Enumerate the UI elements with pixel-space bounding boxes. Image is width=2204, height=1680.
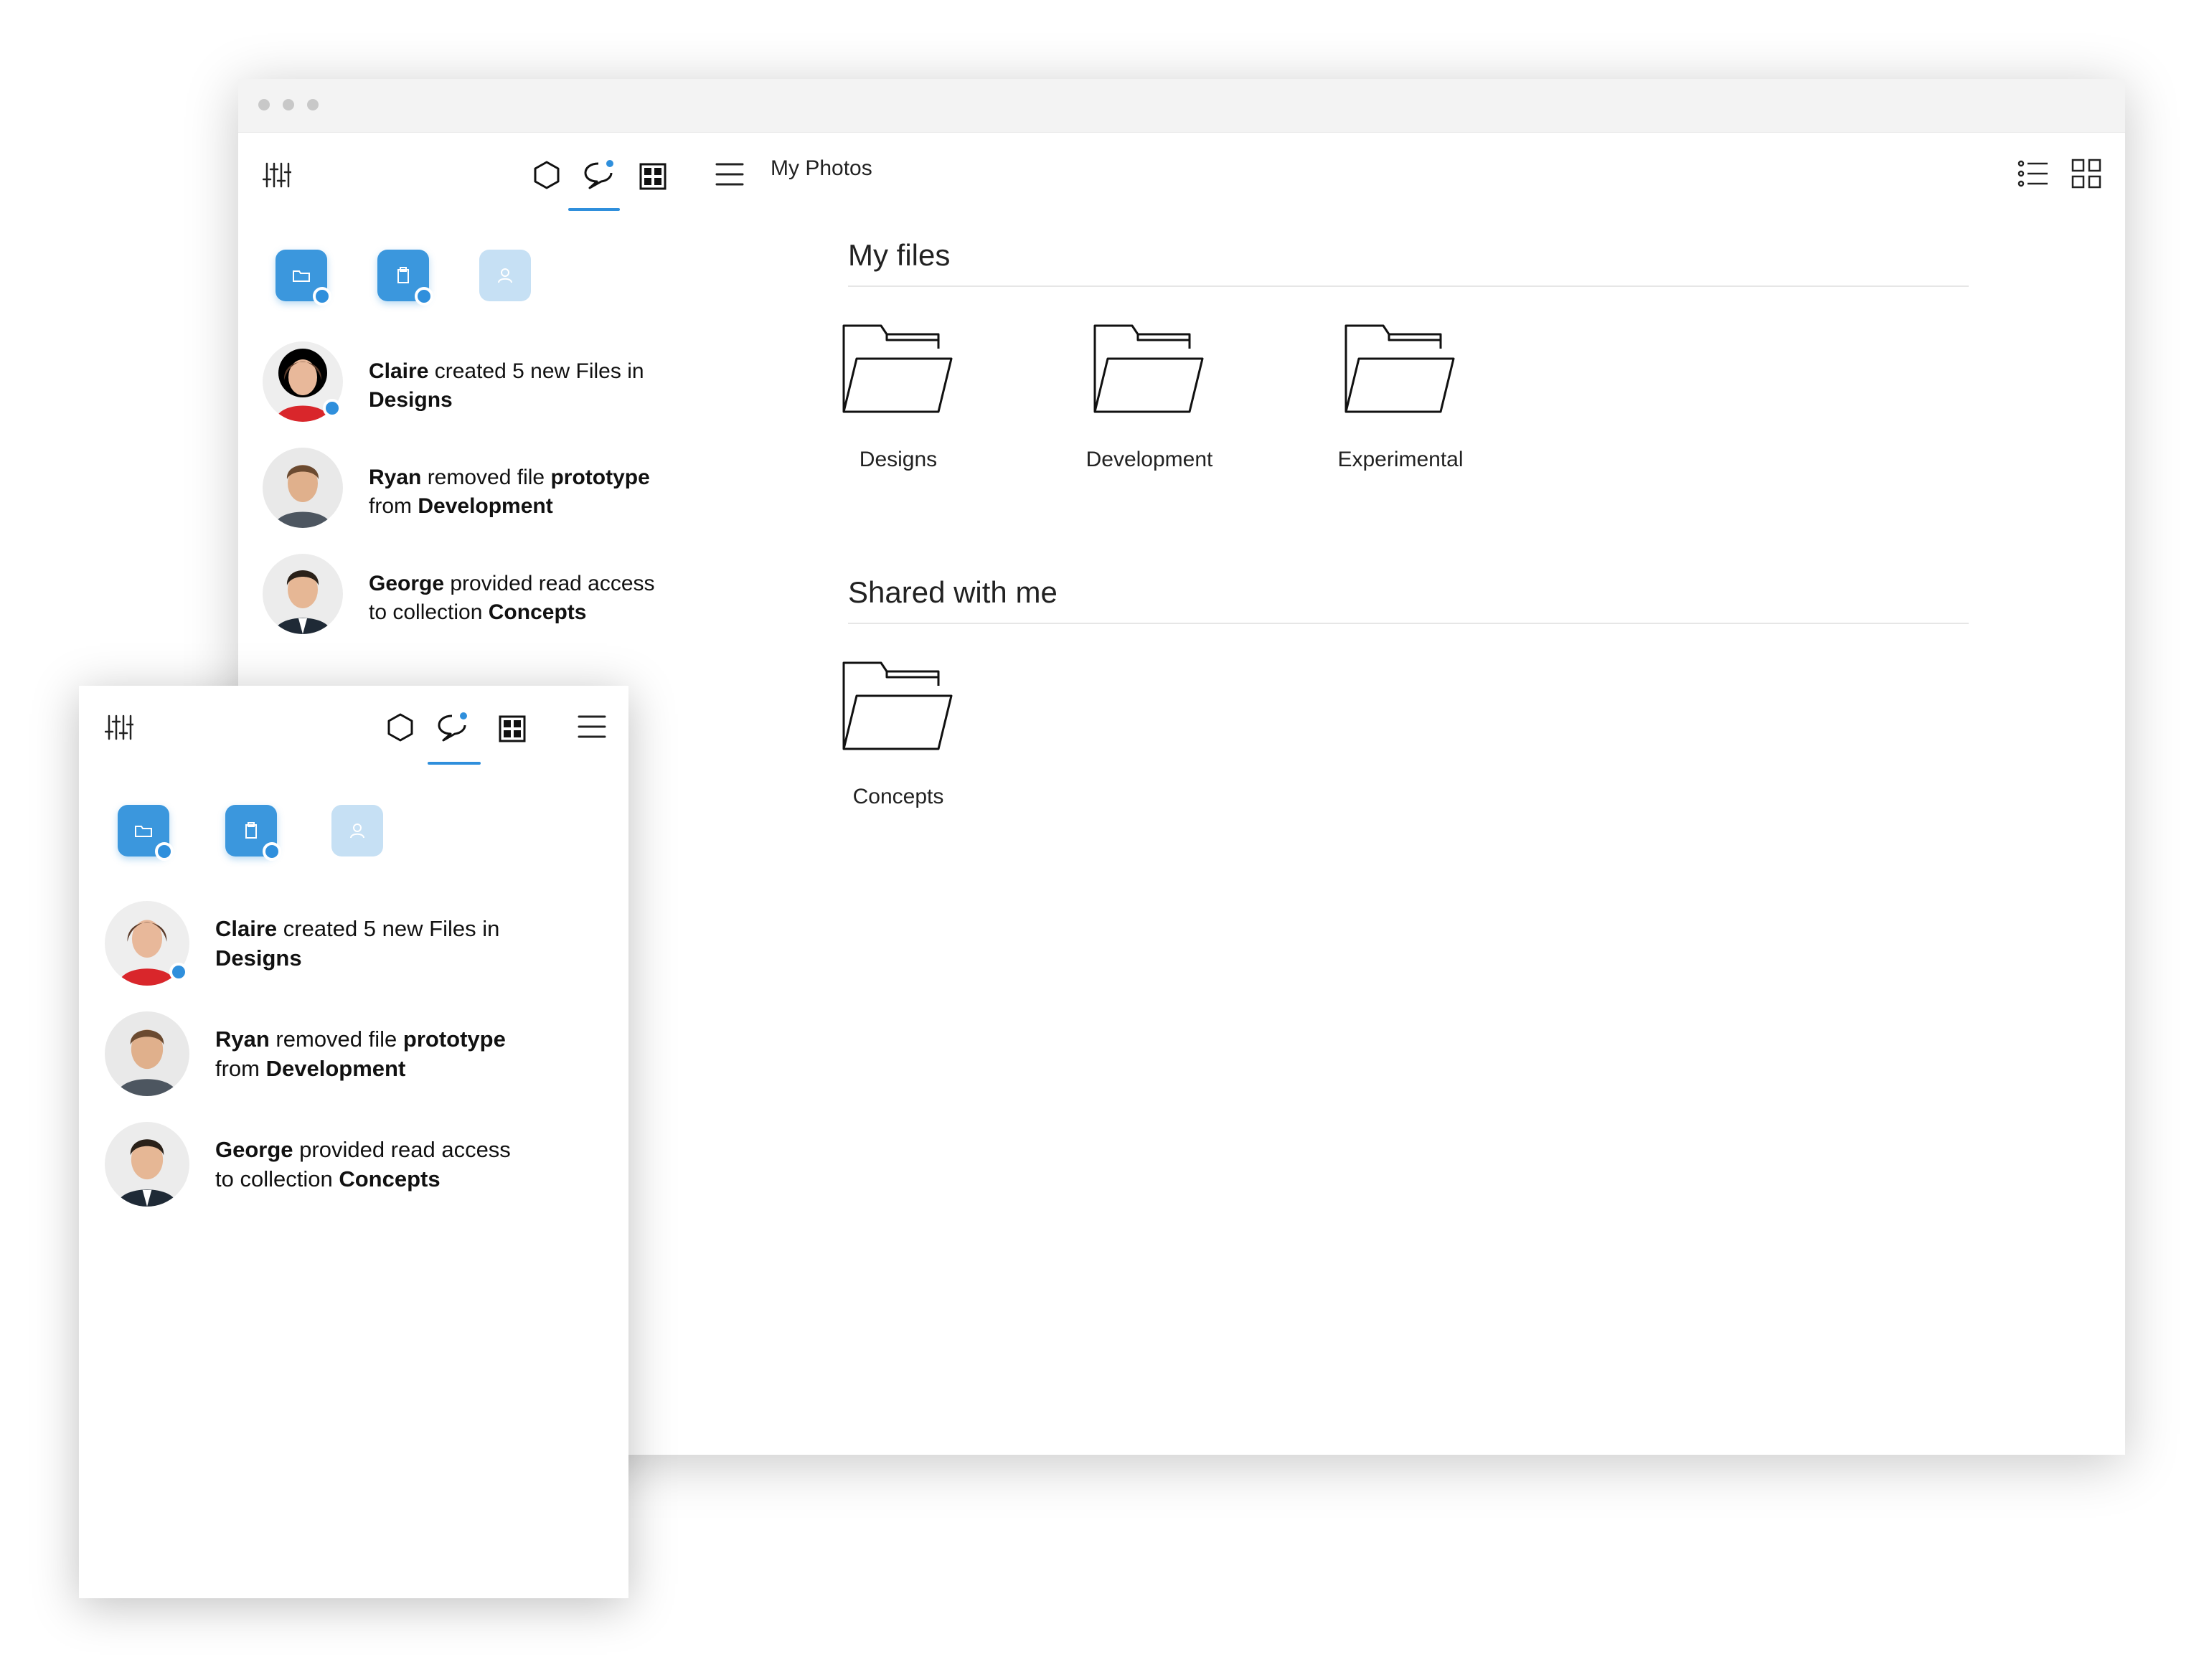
- my-files-heading: My files: [848, 238, 951, 272]
- clipboard-icon: [245, 822, 257, 839]
- avatar: [105, 1122, 189, 1207]
- activity-user: Ryan: [215, 1027, 270, 1052]
- quick-users-button[interactable]: [331, 805, 383, 856]
- folder-icon: [842, 661, 953, 750]
- window-titlebar: [238, 79, 2125, 133]
- settings-sliders-icon[interactable]: [105, 713, 133, 742]
- activity-action-2: from: [369, 494, 418, 518]
- activity-action-2: from: [215, 1056, 266, 1081]
- hamburger-menu-icon[interactable]: [715, 161, 745, 188]
- activity-item[interactable]: George provided read access to collectio…: [105, 1122, 607, 1208]
- online-status-dot: [323, 399, 342, 417]
- hamburger-menu-icon[interactable]: [577, 713, 607, 740]
- avatar: [263, 554, 343, 634]
- activity-target: Designs: [369, 388, 453, 412]
- activity-object: prototype: [402, 1027, 506, 1052]
- section-divider: [848, 623, 1969, 624]
- shared-heading: Shared with me: [848, 575, 1058, 609]
- activity-action-2: to collection: [215, 1166, 339, 1191]
- avatar: [105, 1011, 189, 1096]
- folder-icon: [842, 324, 953, 413]
- folder-label: Development: [1085, 448, 1213, 471]
- activity-action: created 5 new Files in: [277, 916, 500, 941]
- avatar: [263, 341, 343, 422]
- folder-label: Concepts: [852, 785, 944, 808]
- activity-user: Claire: [215, 916, 278, 941]
- grid-app-icon[interactable]: [498, 714, 527, 743]
- avatar: [105, 901, 189, 986]
- activity-target: Development: [265, 1056, 406, 1081]
- folder-label: Designs: [859, 448, 938, 471]
- settings-sliders-icon[interactable]: [263, 161, 291, 189]
- activity-target: Concepts: [339, 1166, 441, 1191]
- notification-dot: [415, 287, 433, 306]
- activity-item[interactable]: Ryan removed file prototype from Develop…: [105, 1011, 607, 1098]
- folder-item[interactable]: Experimental: [1314, 323, 1487, 472]
- page-title: My Photos: [771, 156, 872, 180]
- activity-item[interactable]: Claire created 5 new Files in Designs: [105, 901, 607, 987]
- notification-dot: [155, 842, 174, 861]
- activity-object: prototype: [550, 466, 650, 489]
- active-tab-indicator: [568, 208, 620, 211]
- notification-dot: [313, 287, 331, 306]
- quick-clipboard-button[interactable]: [377, 250, 433, 306]
- hexagon-icon[interactable]: [385, 712, 416, 743]
- active-tab-indicator: [428, 762, 481, 765]
- hexagon-icon[interactable]: [531, 159, 562, 191]
- grid-app-icon[interactable]: [639, 162, 667, 191]
- activity-target: Development: [418, 494, 553, 518]
- chat-bubble-icon[interactable]: [581, 158, 616, 191]
- activity-user: Claire: [369, 359, 429, 383]
- folder-item[interactable]: Designs: [812, 323, 984, 472]
- grid-view-icon[interactable]: [2071, 158, 2102, 189]
- avatar: [263, 448, 343, 528]
- activity-action-2: to collection: [369, 600, 489, 624]
- folder-icon: [1093, 324, 1204, 413]
- folder-item[interactable]: Concepts: [812, 660, 984, 809]
- activity-action: removed file: [269, 1027, 403, 1052]
- folder-icon: [293, 270, 310, 282]
- clipboard-icon: [397, 267, 409, 283]
- quick-folder-button[interactable]: [276, 250, 331, 306]
- activity-item[interactable]: Ryan removed file prototype from Develop…: [263, 448, 693, 534]
- quick-folder-button[interactable]: [118, 805, 174, 861]
- window-maximize-dot[interactable]: [307, 99, 319, 110]
- window-minimize-dot[interactable]: [283, 99, 294, 110]
- activity-action: provided read access: [444, 572, 655, 595]
- activity-user: Ryan: [369, 466, 422, 489]
- mobile-panel: Claire created 5 new Files in Designs Ry…: [79, 686, 628, 1598]
- folder-label: Experimental: [1337, 448, 1464, 471]
- activity-action: created 5 new Files in: [428, 359, 644, 383]
- quick-users-button[interactable]: [479, 250, 531, 301]
- activity-item[interactable]: Claire created 5 new Files in Designs: [263, 341, 693, 428]
- folder-icon: [1344, 324, 1455, 413]
- quick-clipboard-button[interactable]: [225, 805, 281, 861]
- activity-target: Concepts: [488, 600, 587, 624]
- activity-target: Designs: [215, 945, 302, 971]
- folder-item[interactable]: Development: [1063, 323, 1235, 472]
- chat-bubble-icon[interactable]: [435, 710, 469, 743]
- folder-icon: [135, 826, 152, 837]
- activity-user: George: [369, 572, 445, 595]
- section-divider: [848, 285, 1969, 287]
- users-icon: [498, 268, 512, 283]
- notification-dot: [263, 842, 281, 861]
- activity-item[interactable]: George provided read access to collectio…: [263, 554, 693, 640]
- activity-action: removed file: [421, 466, 551, 489]
- activity-user: George: [215, 1137, 293, 1162]
- list-view-icon[interactable]: [2017, 159, 2049, 188]
- online-status-dot: [169, 963, 188, 981]
- users-icon: [350, 824, 364, 839]
- window-close-dot[interactable]: [258, 99, 270, 110]
- activity-action: provided read access: [293, 1137, 511, 1162]
